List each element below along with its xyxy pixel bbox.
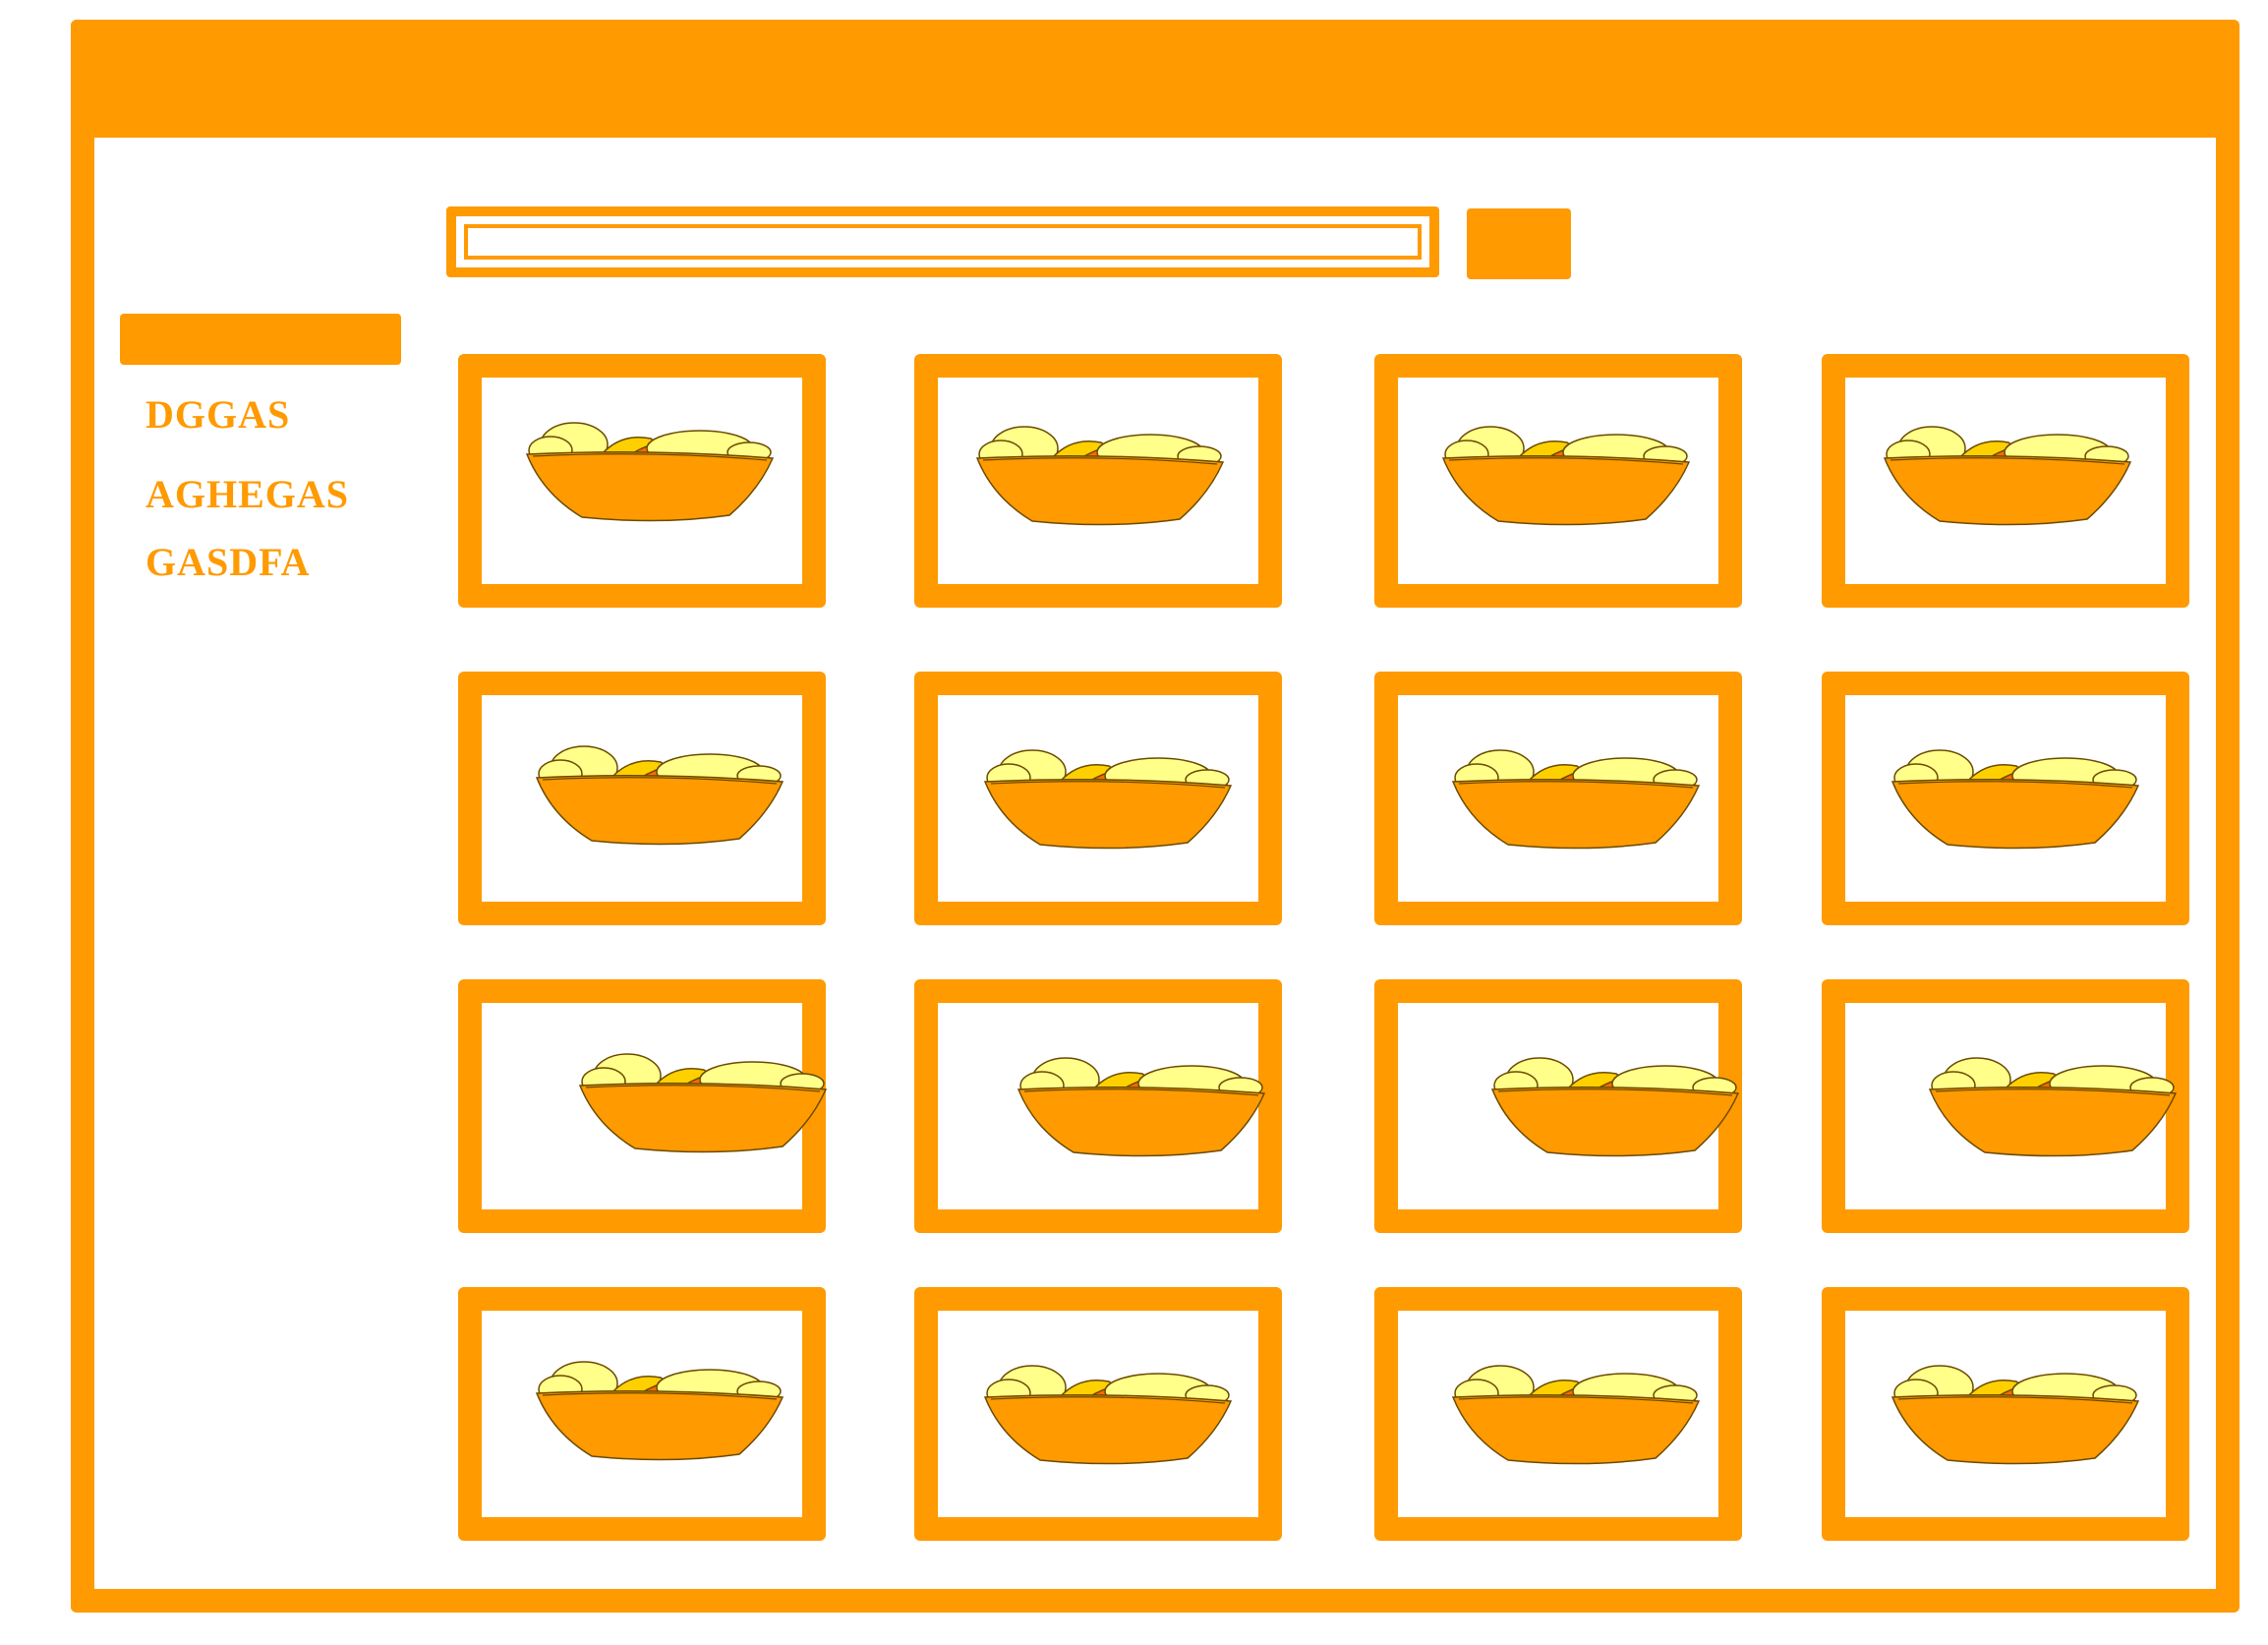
gallery-item[interactable] xyxy=(458,672,826,925)
gallery-item[interactable] xyxy=(1374,354,1742,608)
fruit-bowl-icon xyxy=(1928,1057,2178,1157)
search-button[interactable] xyxy=(1467,208,1571,279)
title-bar xyxy=(71,20,2239,138)
gallery-item[interactable] xyxy=(1822,354,2189,608)
sidebar-header xyxy=(120,314,401,365)
fruit-bowl-icon xyxy=(525,422,775,522)
fruit-bowl-icon xyxy=(1451,1365,1701,1465)
gallery-item[interactable] xyxy=(1374,979,1742,1233)
fruit-bowl-icon xyxy=(1017,1057,1266,1157)
sidebar-item-gasdfa[interactable]: GASDFA xyxy=(145,541,310,584)
fruit-bowl-icon xyxy=(1883,426,2132,526)
gallery-item[interactable] xyxy=(1822,672,2189,925)
gallery-item[interactable] xyxy=(914,979,1282,1233)
gallery-item[interactable] xyxy=(914,1287,1282,1541)
gallery-item[interactable] xyxy=(458,1287,826,1541)
fruit-bowl-icon xyxy=(1451,749,1701,850)
gallery-item[interactable] xyxy=(1374,1287,1742,1541)
gallery-item[interactable] xyxy=(914,354,1282,608)
fruit-bowl-icon xyxy=(578,1053,828,1153)
sidebar-item-aghegas[interactable]: AGHEGAS xyxy=(145,473,349,516)
gallery-item[interactable] xyxy=(1822,1287,2189,1541)
search-input[interactable] xyxy=(446,206,1439,277)
fruit-bowl-icon xyxy=(1490,1057,1740,1157)
gallery-item[interactable] xyxy=(1822,979,2189,1233)
gallery-item[interactable] xyxy=(1374,672,1742,925)
fruit-bowl-icon xyxy=(535,1361,785,1461)
fruit-bowl-icon xyxy=(1441,426,1691,526)
fruit-bowl-icon xyxy=(975,426,1225,526)
sidebar-item-dggas[interactable]: DGGAS xyxy=(145,393,290,437)
fruit-bowl-icon xyxy=(1890,749,2140,850)
gallery-item[interactable] xyxy=(458,979,828,1233)
fruit-bowl-icon xyxy=(1890,1365,2140,1465)
fruit-bowl-icon xyxy=(535,745,785,846)
gallery-item[interactable] xyxy=(458,354,826,608)
fruit-bowl-icon xyxy=(983,749,1233,850)
gallery-item[interactable] xyxy=(914,672,1282,925)
fruit-bowl-icon xyxy=(983,1365,1233,1465)
